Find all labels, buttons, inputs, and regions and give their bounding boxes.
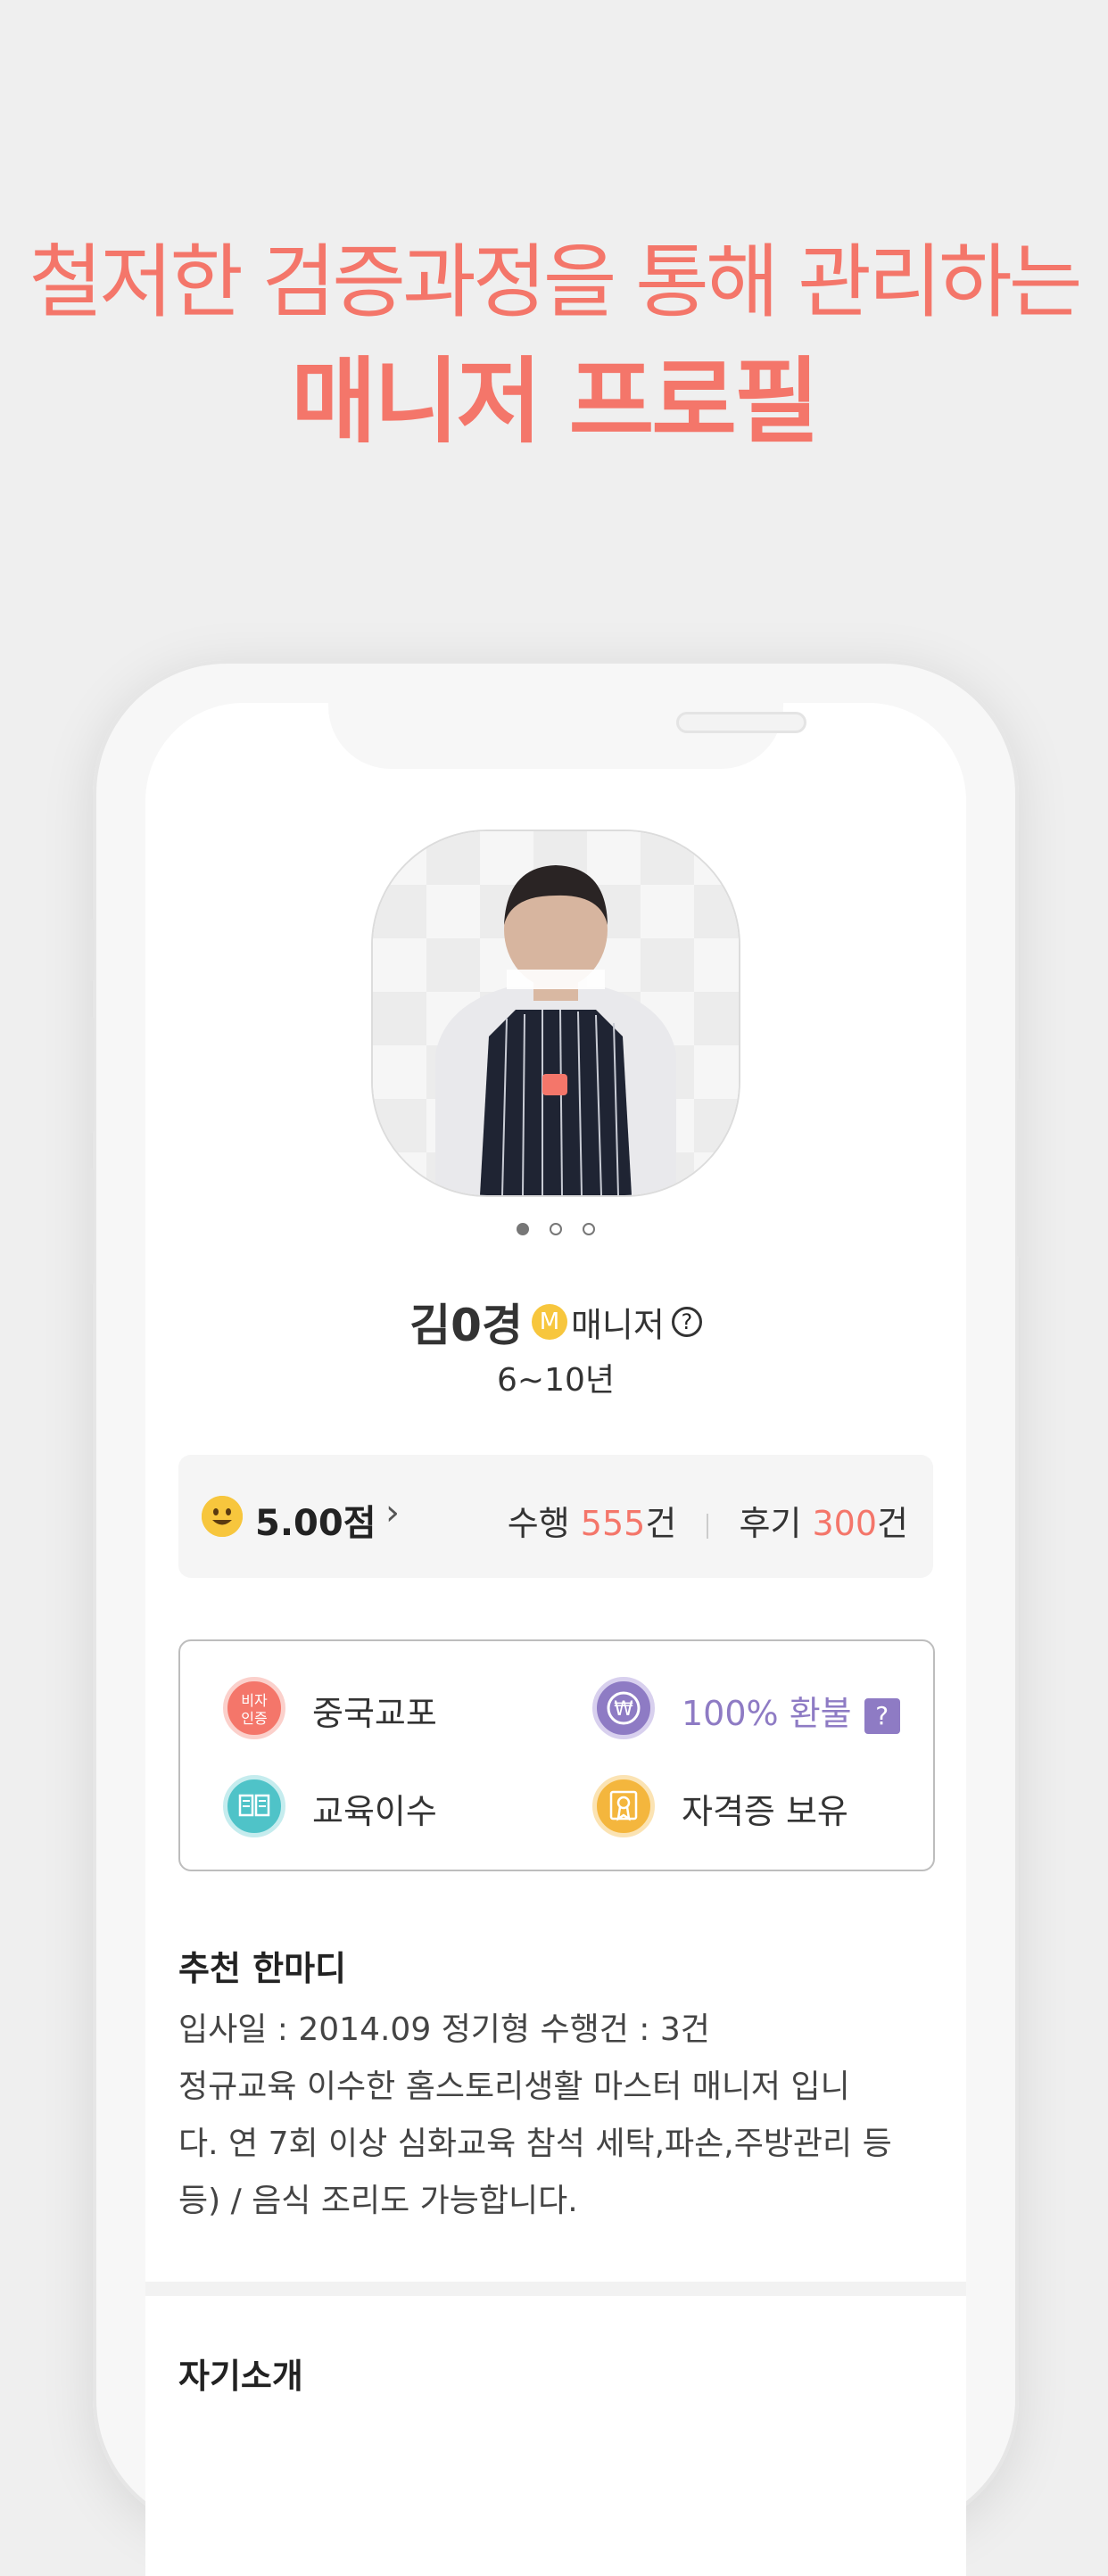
pagination-dot-2[interactable]	[550, 1223, 562, 1235]
recommend-line-2: 정규교육 이수한 홈스토리생활 마스터 매니저 입니	[178, 2068, 850, 2105]
visa-icon-text-2: 인증	[241, 1710, 268, 1727]
headline-line-2: 매니저 프로필	[291, 347, 819, 456]
svg-text:₩: ₩	[614, 1698, 633, 1721]
performed-label: 수행	[507, 1504, 570, 1543]
education-label: 교육이수	[312, 1792, 437, 1831]
performed-unit: 건	[645, 1504, 677, 1543]
phone-power-button	[1017, 1079, 1024, 1258]
phone-mute-button	[87, 919, 95, 981]
pagination-dot-3[interactable]	[583, 1223, 596, 1235]
speaker-grille	[676, 712, 806, 733]
phone-mockup: 김0경M매니저? 6~10년 5.00점 › 수행 555건 후기 300건	[87, 660, 1024, 2576]
recommend-body: 입사일 : 2014.09 정기형 수행건 : 3건 정규교육 이수한 홈스토리…	[178, 2002, 937, 2230]
certificate-label: 자격증 보유	[682, 1792, 848, 1831]
manager-name: 김0경	[409, 1300, 523, 1351]
features-box: 비자 인증 중국교포 ₩ 100% 환불? 교육이수 자격증 보유	[178, 1639, 935, 1871]
education-book-icon	[223, 1775, 285, 1837]
refund-help-icon[interactable]: ?	[864, 1697, 900, 1734]
experience-years: 6~10년	[497, 1362, 615, 1399]
refund-label: 100% 환불	[682, 1694, 852, 1733]
chevron-right-icon[interactable]: ›	[385, 1492, 400, 1533]
reviews-unit: 건	[877, 1504, 908, 1543]
recommend-line-4: 등) / 음식 조리도 가능합니다.	[178, 2183, 578, 2219]
stats-divider	[707, 1513, 709, 1539]
reviews-count: 300	[812, 1504, 878, 1543]
visa-verified-icon: 비자 인증	[223, 1677, 285, 1739]
visa-label: 중국교포	[312, 1694, 437, 1733]
help-icon[interactable]: ?	[671, 1307, 702, 1337]
refund-won-icon: ₩	[592, 1677, 655, 1739]
intro-title: 자기소개	[178, 2357, 303, 2396]
manager-role: 매니저	[570, 1305, 665, 1345]
manager-name-row: 김0경 M 매니저?	[145, 1290, 966, 1354]
section-divider	[145, 2282, 966, 2296]
headline-line-1: 철저한 검증과정을 통해 관리하는	[29, 235, 1082, 329]
phone-notch	[328, 703, 806, 769]
rating-score: 5.00점	[255, 1503, 376, 1544]
app-screen: 김0경M매니저? 6~10년 5.00점 › 수행 555건 후기 300건	[145, 703, 966, 2576]
pagination-dot-1[interactable]	[516, 1223, 529, 1235]
stats-card[interactable]: 5.00점 › 수행 555건 후기 300건	[178, 1455, 933, 1578]
performed-count: 555	[580, 1504, 646, 1543]
recommend-line-1: 입사일 : 2014.09 정기형 수행건 : 3건	[178, 2011, 710, 2048]
visa-icon-text-1: 비자	[241, 1692, 268, 1709]
smile-icon	[202, 1496, 243, 1537]
certificate-icon	[592, 1775, 655, 1837]
phone-volume-down-button	[87, 1168, 95, 1284]
refund-row: 100% 환불?	[682, 1686, 900, 1735]
reviews-label: 후기	[739, 1504, 802, 1543]
phone-volume-up-button	[87, 1017, 95, 1133]
photo-pagination	[145, 1222, 966, 1239]
recommend-line-3: 다. 연 7회 이상 심화교육 참석 세탁,파손,주방관리 등	[178, 2126, 892, 2162]
headline: 철저한 검증과정을 통해 관리하는 매니저 프로필	[0, 234, 1108, 464]
stats-counts: 수행 555건 후기 300건	[508, 1496, 908, 1545]
grade-badge: M	[531, 1304, 567, 1340]
recommend-title: 추천 한마디	[178, 1949, 347, 1988]
manager-photo-image	[373, 831, 739, 1195]
manager-photo[interactable]	[371, 830, 740, 1197]
